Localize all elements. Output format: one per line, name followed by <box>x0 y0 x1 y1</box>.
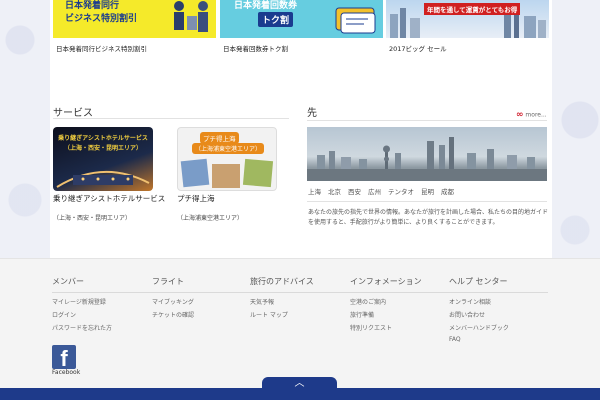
service-image-text: 乗り継ぎアシストホテルサービス <box>58 135 148 142</box>
footer-link[interactable]: マイレージ新規登録 <box>52 297 112 310</box>
tickets-icon <box>335 7 376 34</box>
photo-collage-icon <box>180 158 274 188</box>
services-divider <box>53 118 289 119</box>
footer-link[interactable]: チケットの確認 <box>152 310 194 323</box>
skyline-icon <box>307 137 547 181</box>
city-link-guangzhou[interactable]: 広州 <box>368 188 381 196</box>
infinity-icon: ∞ <box>516 110 524 120</box>
chevron-up-icon: ︿ <box>294 378 305 389</box>
footer-heading: 旅行のアドバイス <box>250 277 314 286</box>
site-footer: メンバー マイレージ新規登録 ログイン パスワードを忘れた方 フライト マイブッ… <box>0 258 600 388</box>
footer-heading: ヘルプ センター <box>449 277 508 286</box>
footer-link[interactable]: 旅行準備 <box>350 310 422 323</box>
promo-coupon-image[interactable]: 日本発着回数券 トク割 <box>220 0 383 38</box>
footer-link[interactable]: ログイン <box>52 310 112 323</box>
destinations-description: あなたの旅先の指先で世界の情報。あなたが旅行を計画した場合、私たちの目的地ガイド… <box>308 209 549 226</box>
promo-caption[interactable]: 日本発着同行ビジネス特別割引 <box>56 43 147 53</box>
promo-caption[interactable]: 日本発着回数券トク割 <box>223 43 288 53</box>
destinations-divider-2 <box>307 201 547 202</box>
service-card-petit-shanghai[interactable]: プチ得上海 （上海浦東空港エリア） <box>177 127 277 191</box>
airport-night-icon <box>56 170 150 188</box>
footer-link[interactable]: 天気予報 <box>250 297 314 310</box>
destinations-heading: 先 <box>307 108 317 119</box>
back-to-top-button[interactable]: ︿ <box>262 377 337 391</box>
footer-link[interactable]: パスワードを忘れた方 <box>52 323 112 336</box>
footer-heading: フライト <box>152 277 184 286</box>
promo-caption[interactable]: 2017ビッグ セール <box>389 43 447 53</box>
promo-business-discount[interactable]: 日本発着同行 ビジネス特別割引 日本発着同行ビジネス特別割引 <box>53 0 216 53</box>
service-card-transit-hotel[interactable]: 乗り継ぎアシストホテルサービス （上海・西安・昆明エリア） <box>53 127 153 191</box>
footer-link[interactable]: 空港のご案内 <box>350 297 422 310</box>
promo-business-image[interactable]: 日本発着同行 ビジネス特別割引 <box>53 0 216 38</box>
footer-heading: メンバー <box>52 277 84 286</box>
promo-coupon-discount[interactable]: 日本発着回数券 トク割 日本発着回数券トク割 <box>220 0 383 53</box>
promo-image-text: 日本発着回数券 <box>234 1 298 11</box>
footer-divider <box>52 292 548 293</box>
footer-column-travel-advice: 旅行のアドバイス 天気予報 ルート マップ <box>250 276 314 323</box>
promo-big-sale[interactable]: 年間を通して運賃がとてもお得 2017ビッグ セール <box>386 0 549 53</box>
footer-link[interactable]: ルート マップ <box>250 310 314 323</box>
city-link-kunming[interactable]: 昆明 <box>421 188 434 196</box>
travelers-icon <box>174 1 208 32</box>
city-link-shanghai[interactable]: 上海 <box>308 188 321 196</box>
city-link-qingdao[interactable]: テンタオ <box>388 188 414 196</box>
service-transit-hotel-link[interactable]: 乗り継ぎアシストホテルサービス <box>53 193 165 204</box>
promo-image-text: 日本発着同行 <box>65 1 120 11</box>
service-petit-shanghai-link[interactable]: プチ得上海 <box>177 193 215 204</box>
city-list: 上海 北京 西安 広州 テンタオ 昆明 成都 <box>308 186 461 196</box>
footer-link[interactable]: お問い合わせ <box>449 310 509 323</box>
service-petit-shanghai-area: （上海浦東空港エリア） <box>177 215 244 222</box>
footer-link[interactable]: FAQ <box>449 336 509 349</box>
footer-heading: インフォメーション <box>350 277 422 286</box>
footer-column-help-center: ヘルプ センター オンライン相談 お問い合わせ メンバーハンドブック FAQ <box>449 276 509 349</box>
shanghai-skyline-image[interactable] <box>307 127 547 181</box>
footer-column-member: メンバー マイレージ新規登録 ログイン パスワードを忘れた方 <box>52 276 112 336</box>
more-link[interactable]: ∞ more... <box>516 110 547 120</box>
destinations-divider <box>307 120 547 121</box>
facebook-icon[interactable]: f <box>52 345 76 371</box>
footer-column-flight: フライト マイブッキング チケットの確認 <box>152 276 194 323</box>
promo-image-text: ビジネス特別割引 <box>65 14 138 24</box>
promo-image-text: 年間を通して運賃がとてもお得 <box>424 3 521 15</box>
city-link-beijing[interactable]: 北京 <box>328 188 341 196</box>
service-image-text: （上海浦東空港エリア） <box>192 143 265 154</box>
footer-column-information: インフォメーション 空港のご案内 旅行準備 特別リクエスト <box>350 276 422 336</box>
services-heading: サービス <box>53 108 93 119</box>
footer-link[interactable]: オンライン相談 <box>449 297 509 310</box>
promo-sale-image[interactable]: 年間を通して運賃がとてもお得 <box>386 0 549 38</box>
main-content: 日本発着同行 ビジネス特別割引 日本発着同行ビジネス特別割引 日本発着回数券 ト… <box>50 0 552 258</box>
city-link-xian[interactable]: 西安 <box>348 188 361 196</box>
service-image-text: （上海・西安・昆明エリア） <box>63 145 142 152</box>
footer-link[interactable]: 特別リクエスト <box>350 323 422 336</box>
more-label: more... <box>525 111 547 119</box>
footer-link[interactable]: メンバーハンドブック <box>449 323 509 336</box>
facebook-label[interactable]: Facebook <box>52 369 80 376</box>
city-link-chengdu[interactable]: 成都 <box>441 188 454 196</box>
service-transit-hotel-area: （上海・西安・昆明エリア） <box>53 215 132 222</box>
promo-image-text: トク割 <box>258 12 294 27</box>
footer-link[interactable]: マイブッキング <box>152 297 194 310</box>
